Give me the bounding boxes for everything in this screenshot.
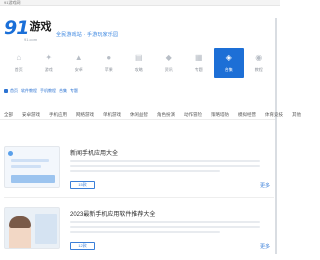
nav-label: 苹果 (104, 67, 113, 72)
nav-item-1[interactable]: ✦ 游戏 (34, 48, 64, 78)
list-divider (4, 197, 274, 198)
item-desc-line (70, 165, 260, 167)
nav-label: 专题 (194, 67, 203, 72)
nav-item-4[interactable]: ▤ 攻略 (124, 48, 154, 78)
android-icon: ▲ (74, 53, 83, 62)
tab-item[interactable]: 其他 (292, 112, 301, 118)
breadcrumb-item[interactable]: 手机教程 (40, 88, 56, 94)
breadcrumb-item[interactable]: 首页 (10, 88, 18, 94)
controller-icon: ✦ (45, 53, 53, 62)
tab-item[interactable]: 体育竞技 (265, 112, 283, 118)
news-icon: ◆ (165, 53, 172, 62)
tab-item[interactable]: 模拟经营 (238, 112, 256, 118)
item-count-button[interactable]: 15款 (70, 181, 95, 189)
item-title[interactable]: 新闻手机应用大全 (70, 148, 118, 157)
item-desc-line (70, 226, 260, 228)
nav-label: 安卓 (74, 67, 83, 72)
breadcrumb-item[interactable]: 软件教程 (21, 88, 37, 94)
tab-item[interactable]: 安卓游戏 (22, 112, 40, 118)
item-count-button[interactable]: 12款 (70, 242, 95, 250)
tab-item[interactable]: 角色扮演 (157, 112, 175, 118)
nav-label: 首页 (14, 67, 23, 72)
nav-item-6[interactable]: ▦ 专题 (184, 48, 214, 78)
item-desc-line (70, 160, 260, 162)
app-icon (8, 151, 13, 156)
logo-word: 游戏 (29, 21, 52, 33)
book-icon: ▤ (134, 53, 143, 62)
breadcrumb: 首页 软件教程 手机教程 合集 专题 (4, 88, 81, 94)
nav-item-3[interactable]: ● 苹果 (94, 48, 124, 78)
category-tabs: 全部 安卓游戏 手机应用 网络游戏 单机游戏 休闲益智 角色扮演 动作冒险 策略塔防 模拟经营 体育… (0, 110, 301, 120)
thumb-hair (9, 216, 31, 228)
item-thumbnail[interactable] (4, 146, 60, 188)
site-logo[interactable]: 91 游戏 (4, 18, 51, 38)
home-icon: ⌂ (16, 53, 22, 62)
site-header: 91 游戏 91.com 全民游戏站 · 手游玩家乐园 (0, 6, 280, 42)
logo-subtext: 91.com (24, 37, 38, 42)
more-link[interactable]: 更多 (260, 243, 270, 250)
breadcrumb-item[interactable]: 专题 (70, 88, 78, 94)
nav-label: 资讯 (164, 67, 173, 72)
nav-item-5[interactable]: ◆ 资讯 (154, 48, 184, 78)
main-nav: ⌂ 首页 ✦ 游戏 ▲ 安卓 ● 苹果 ▤ 攻略 ◆ 资讯 ▦ 专题 ◈ 合集 ◉ 教程 (4, 48, 274, 78)
tab-item[interactable]: 单机游戏 (103, 112, 121, 118)
tab-item[interactable]: 动作冒险 (184, 112, 202, 118)
nav-item-2[interactable]: ▲ 安卓 (64, 48, 94, 78)
item-thumbnail[interactable] (4, 207, 60, 249)
collection-icon: ◈ (225, 53, 232, 62)
breadcrumb-item[interactable]: 合集 (59, 88, 67, 94)
nav-item-0[interactable]: ⌂ 首页 (4, 48, 34, 78)
logo-number: 91 (4, 17, 29, 39)
tab-item[interactable]: 手机应用 (49, 112, 67, 118)
tab-item[interactable]: 策略塔防 (211, 112, 229, 118)
nav-label: 攻略 (134, 67, 143, 72)
site-slogan: 全民游戏站 · 手游玩家乐园 (56, 32, 119, 38)
nav-label: 合集 (224, 67, 233, 72)
more-link[interactable]: 更多 (260, 182, 270, 189)
tutorial-icon: ◉ (255, 53, 263, 62)
home-icon[interactable] (4, 89, 8, 93)
nav-item-8[interactable]: ◉ 教程 (244, 48, 274, 78)
apple-icon: ● (106, 53, 112, 62)
tab-item[interactable]: 网络游戏 (76, 112, 94, 118)
thumb-line (11, 165, 41, 168)
nav-label: 教程 (254, 67, 263, 72)
item-title[interactable]: 2023最新手机应用软件推荐大全 (70, 209, 155, 218)
grid-icon: ▦ (194, 53, 203, 62)
thumb-line (11, 159, 49, 162)
nav-label: 游戏 (44, 67, 53, 72)
item-desc-line (70, 231, 220, 233)
page-scrollbar[interactable] (275, 18, 277, 254)
tab-item[interactable]: 休闲益智 (130, 112, 148, 118)
nav-item-7[interactable]: ◈ 合集 (214, 48, 244, 78)
thumb-panel (35, 214, 57, 244)
thumb-banner (11, 175, 55, 183)
tab-item[interactable]: 全部 (4, 112, 13, 118)
item-desc-line (70, 221, 260, 223)
item-desc-line (70, 170, 220, 172)
